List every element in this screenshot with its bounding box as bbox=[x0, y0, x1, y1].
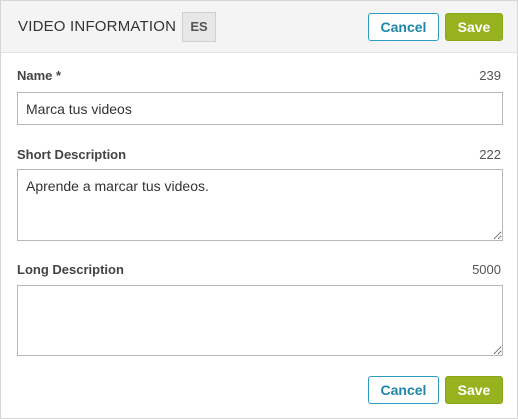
panel-header: VIDEO INFORMATION ES Cancel Save bbox=[1, 1, 517, 53]
cancel-button-bottom[interactable]: Cancel bbox=[368, 376, 439, 404]
long-description-field[interactable] bbox=[17, 285, 503, 356]
short-description-char-count: 222 bbox=[479, 147, 501, 162]
name-field[interactable] bbox=[17, 92, 503, 125]
panel-title: VIDEO INFORMATION bbox=[18, 18, 177, 35]
name-label: Name * bbox=[17, 68, 62, 83]
short-description-field[interactable]: Aprende a marcar tus videos. bbox=[17, 169, 503, 241]
language-badge[interactable]: ES bbox=[182, 12, 216, 42]
long-description-label: Long Description bbox=[17, 262, 124, 277]
long-description-char-count: 5000 bbox=[472, 262, 501, 277]
short-description-label: Short Description bbox=[17, 147, 127, 162]
save-button-bottom[interactable]: Save bbox=[445, 376, 503, 404]
cancel-button[interactable]: Cancel bbox=[368, 13, 439, 41]
video-information-panel: VIDEO INFORMATION ES Cancel Save Name * … bbox=[0, 0, 518, 419]
name-char-count: 239 bbox=[479, 68, 501, 83]
save-button[interactable]: Save bbox=[445, 13, 503, 41]
